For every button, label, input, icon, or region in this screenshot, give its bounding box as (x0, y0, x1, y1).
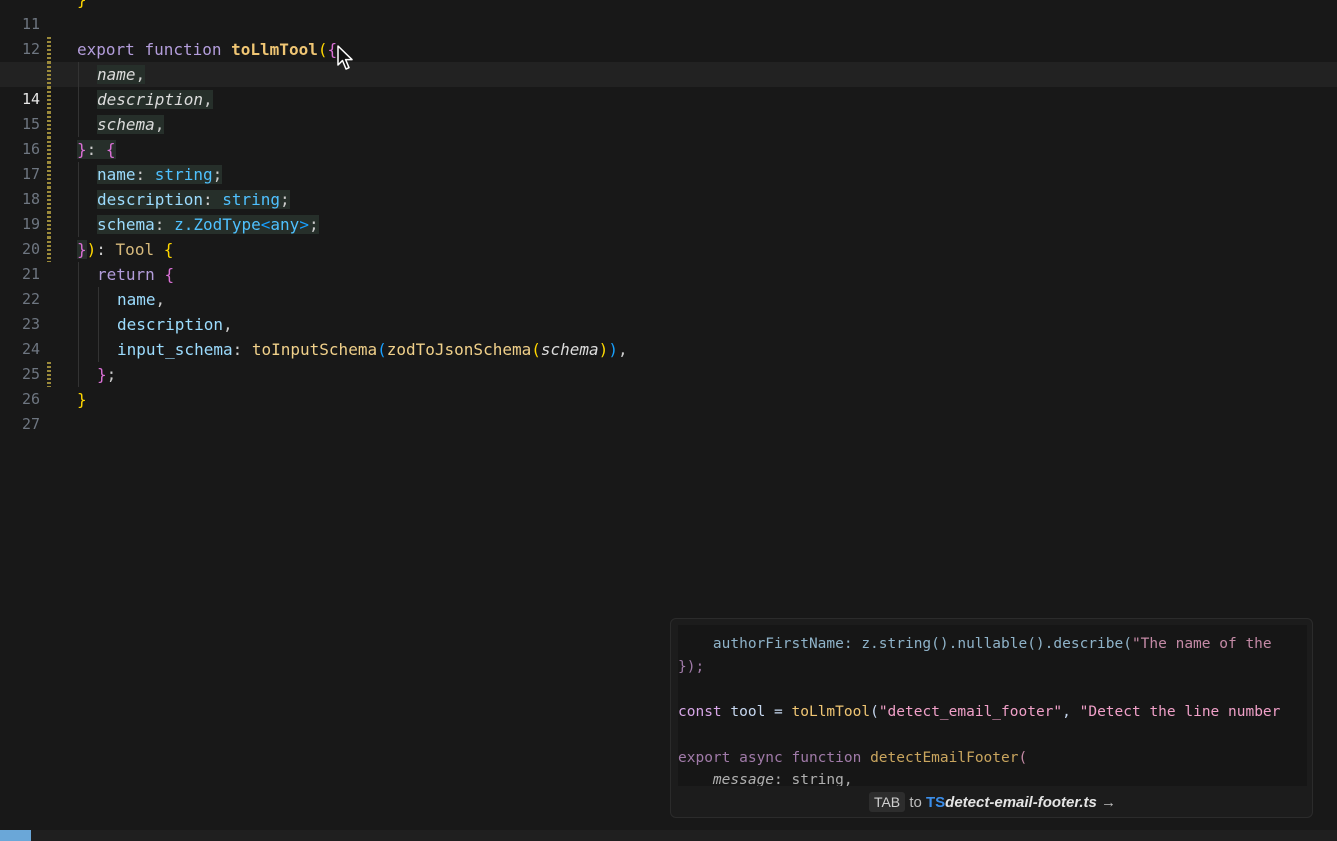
indent-guide (78, 212, 79, 237)
indent-guide (78, 162, 79, 187)
code-text: export function toLlmTool({ (77, 40, 338, 59)
target-file-name[interactable]: detect-email-footer.ts (945, 794, 1097, 811)
modified-gutter-marker (47, 87, 51, 112)
indent-guide (98, 287, 99, 312)
indent-guide (78, 337, 79, 362)
preview-line: message: string, (678, 772, 853, 786)
code-text: return { (97, 265, 175, 284)
modified-gutter-marker (47, 112, 51, 137)
indent-guide (78, 312, 79, 337)
indent-guide (78, 62, 79, 87)
code-line[interactable]: 11 } (0, 0, 1337, 33)
modified-gutter-marker (47, 237, 51, 262)
code-line[interactable]: 22 return { (0, 262, 1337, 308)
code-line[interactable]: 20 schema: z.ZodType<any>; (0, 212, 1337, 258)
indent-guide (78, 87, 79, 112)
typescript-file-icon: TS (926, 794, 946, 811)
code-line[interactable]: 19 description: string; (0, 187, 1337, 233)
indent-guide (78, 362, 79, 387)
code-text: name, (117, 290, 166, 309)
code-editor[interactable]: 11 } 12 13 export function toLlmTool({ 1… (0, 0, 1337, 830)
modified-gutter-marker (47, 162, 51, 187)
tab-key-hint: TAB (868, 792, 906, 812)
code-line[interactable]: 27 } (0, 387, 1337, 433)
modified-gutter-marker (47, 37, 51, 62)
next-edit-suggestion-popup[interactable]: authorFirstName: z.string().nullable().d… (670, 618, 1313, 818)
code-text: input_schema: toInputSchema(zodToJsonSch… (117, 340, 628, 359)
indent-guide (78, 262, 79, 287)
indent-guide (98, 312, 99, 337)
modified-gutter-marker (47, 362, 51, 387)
modified-gutter-marker (47, 212, 51, 237)
indent-guide (78, 287, 79, 312)
footer-to-label: to (909, 794, 922, 811)
code-line[interactable]: 24 description, (0, 312, 1337, 358)
code-text: }; (97, 365, 117, 384)
remote-indicator[interactable] (0, 830, 31, 841)
preview-line: authorFirstName: z.string().nullable().d… (678, 636, 1272, 652)
code-text: description: string; (97, 190, 290, 209)
preview-line: export async function detectEmailFooter( (678, 750, 1028, 766)
code-text: } (77, 0, 87, 12)
code-line[interactable]: 15 description, (0, 87, 1337, 133)
code-text: name, (97, 65, 146, 84)
code-text: schema: z.ZodType<any>; (97, 215, 319, 234)
status-bar (0, 830, 1337, 841)
indent-guide (78, 112, 79, 137)
code-text: description, (117, 315, 233, 334)
code-line[interactable]: 23 name, (0, 287, 1337, 333)
code-text: name: string; (97, 165, 223, 184)
code-text: }: { (77, 140, 116, 159)
code-line[interactable]: 18 name: string; (0, 162, 1337, 208)
code-line[interactable]: 13 export function toLlmTool({ (0, 37, 1337, 83)
mouse-pointer-icon (337, 45, 353, 70)
indent-guide (98, 337, 99, 362)
code-line[interactable]: 25 input_schema: toInputSchema(zodToJson… (0, 337, 1337, 383)
suggestion-footer[interactable]: TAB to TSdetect-email-footer.ts → (671, 791, 1312, 815)
code-text: description, (97, 90, 213, 109)
code-line[interactable]: 21 }): Tool { (0, 237, 1337, 283)
code-line-current[interactable]: 14 name, (0, 62, 1337, 108)
code-line[interactable]: 12 (0, 12, 1337, 58)
modified-gutter-marker (47, 137, 51, 162)
arrow-right-icon: → (1101, 794, 1117, 811)
preview-line-highlight: const tool = toLlmTool("detect_email_foo… (678, 704, 1281, 720)
code-text: } (77, 390, 87, 409)
preview-line: }); (678, 659, 705, 675)
line-number: 27 (21, 415, 40, 433)
code-text: }): Tool { (77, 240, 174, 259)
code-line[interactable]: 17 }: { (0, 137, 1337, 183)
indent-guide (78, 187, 79, 212)
modified-gutter-marker (47, 187, 51, 212)
code-text: schema, (97, 115, 165, 134)
suggestion-code-preview: authorFirstName: z.string().nullable().d… (678, 625, 1307, 786)
modified-gutter-marker (47, 62, 51, 87)
code-line[interactable]: 26 }; (0, 362, 1337, 408)
code-line[interactable]: 16 schema, (0, 112, 1337, 158)
